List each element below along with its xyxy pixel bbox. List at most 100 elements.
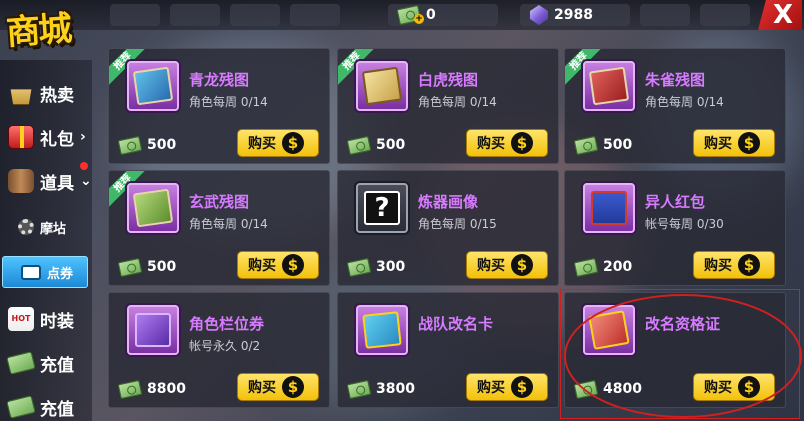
item-limit: 帐号每周 0/30 [645, 217, 724, 231]
coin-icon: $ [738, 376, 760, 398]
rename-card-icon [362, 311, 402, 349]
gift-icon [8, 125, 34, 149]
chevron-down-icon: ⌄ [80, 173, 92, 189]
cash-counter[interactable]: + 0 [396, 3, 436, 27]
coin-icon: $ [282, 254, 304, 276]
item-icon-frame [583, 61, 635, 111]
item-name: 玄武残图 [189, 193, 250, 211]
coin-icon: $ [282, 376, 304, 398]
scroll-icon [361, 66, 403, 106]
top-bar: + 0 2988 X [0, 0, 804, 30]
notification-dot [80, 162, 88, 170]
item-icon-frame [583, 183, 635, 233]
shop-logo: 商城 [4, 8, 72, 53]
cash-icon [573, 135, 599, 155]
scroll-icon [588, 66, 630, 106]
shop-item-card[interactable]: 推荐 玄武残图 角色每周 0/14 500 购买 $ [108, 170, 330, 286]
coin-icon: $ [511, 376, 533, 398]
coin-icon: $ [511, 254, 533, 276]
item-price: 300 [346, 257, 405, 277]
item-limit: 角色每周 0/14 [645, 95, 724, 109]
sidebar-item-label: 礼包 [40, 129, 74, 150]
item-price: 500 [117, 135, 176, 155]
top-slot [290, 4, 340, 26]
item-name: 异人红包 [645, 193, 706, 211]
basket-icon [10, 89, 32, 105]
top-slot [170, 4, 220, 26]
buy-button[interactable]: 购买 $ [237, 129, 319, 157]
item-price: 3800 [346, 379, 415, 399]
item-limit: 角色每周 0/15 [418, 217, 497, 231]
buy-button[interactable]: 购买 $ [237, 373, 319, 401]
item-icon-frame: ? [356, 183, 408, 233]
item-icon-frame [583, 305, 635, 355]
sidebar-item-label: 充值 [40, 355, 74, 376]
item-name: 角色栏位券 [189, 315, 265, 333]
buy-button[interactable]: 购买 $ [693, 251, 775, 279]
book-icon [135, 313, 171, 347]
coin-icon: $ [511, 132, 533, 154]
top-slot [110, 4, 160, 26]
close-button[interactable]: X [758, 0, 802, 30]
item-price: 8800 [117, 379, 186, 399]
buy-button[interactable]: 购买 $ [693, 373, 775, 401]
hot-icon: HOT [8, 307, 34, 331]
chevron-right-icon: › [80, 129, 86, 145]
item-name: 白虎残图 [418, 71, 479, 89]
item-price: 4800 [573, 379, 642, 399]
sidebar-item-label: 时装 [40, 311, 74, 332]
buy-button[interactable]: 购买 $ [466, 129, 548, 157]
item-limit: 帐号永久 0/2 [189, 339, 261, 353]
gem-counter[interactable]: 2988 [530, 3, 593, 27]
sidebar-item-motor[interactable]: 摩坫 [0, 214, 92, 240]
sidebar-item-coupon[interactable]: 点券 [2, 256, 88, 288]
item-name: 炼器画像 [418, 193, 479, 211]
gear-icon [18, 219, 34, 235]
item-price: 500 [346, 135, 405, 155]
top-slot [640, 4, 690, 26]
ticket-icon [21, 264, 41, 280]
coin-icon: $ [738, 254, 760, 276]
buy-button[interactable]: 购买 $ [466, 373, 548, 401]
item-name: 改名资格证 [645, 315, 721, 333]
shop-item-card[interactable]: 战队改名卡 3800 购买 $ [337, 292, 559, 408]
sidebar-item-recharge-2[interactable]: 充值 [0, 392, 92, 421]
shop-item-card[interactable]: 改名资格证 4800 购买 $ [564, 292, 786, 408]
sidebar-item-gift[interactable]: 礼包 › [0, 122, 92, 152]
buy-button[interactable]: 购买 $ [693, 129, 775, 157]
sidebar-item-props[interactable]: 道具 ⌄ [0, 162, 92, 196]
coin-icon: $ [282, 132, 304, 154]
gem-value: 2988 [554, 7, 593, 23]
item-icon-frame [356, 305, 408, 355]
sidebar-item-recharge[interactable]: 充值 [0, 348, 92, 378]
item-limit: 角色每周 0/14 [189, 95, 268, 109]
cash-icon [573, 257, 599, 277]
shop-item-card[interactable]: 推荐 青龙残图 角色每周 0/14 500 购买 $ [108, 48, 330, 164]
shop-item-card[interactable]: 推荐 白虎残图 角色每周 0/14 500 购买 $ [337, 48, 559, 164]
buy-button[interactable]: 购买 $ [237, 251, 319, 279]
sidebar-item-hot[interactable]: 热卖 [0, 78, 92, 108]
cash-icon [573, 379, 599, 399]
shop-item-card[interactable]: 角色栏位券 帐号永久 0/2 8800 购买 $ [108, 292, 330, 408]
shop-item-card[interactable]: 异人红包 帐号每周 0/30 200 购买 $ [564, 170, 786, 286]
buy-button[interactable]: 购买 $ [466, 251, 548, 279]
cash-icon [117, 257, 143, 277]
red-envelope-icon [591, 191, 627, 225]
coin-icon: $ [738, 132, 760, 154]
item-icon-frame [127, 305, 179, 355]
barrel-icon [8, 169, 34, 193]
sidebar-item-fashion[interactable]: HOT 时装 [0, 304, 92, 334]
scroll-icon [132, 66, 174, 106]
shop-item-card[interactable]: 推荐 朱雀残图 角色每周 0/14 500 购买 $ [564, 48, 786, 164]
cash-icon [6, 395, 36, 419]
sidebar-item-label: 热卖 [40, 85, 74, 106]
item-limit: 角色每周 0/14 [189, 217, 268, 231]
scroll-icon [132, 188, 174, 228]
item-limit: 角色每周 0/14 [418, 95, 497, 109]
cash-icon [117, 135, 143, 155]
sidebar-item-label: 充值 [40, 399, 74, 420]
item-name: 朱雀残图 [645, 71, 706, 89]
cash-icon [6, 351, 36, 375]
sidebar-item-label: 摩坫 [40, 221, 67, 237]
shop-item-card[interactable]: ? 炼器画像 角色每周 0/15 300 购买 $ [337, 170, 559, 286]
